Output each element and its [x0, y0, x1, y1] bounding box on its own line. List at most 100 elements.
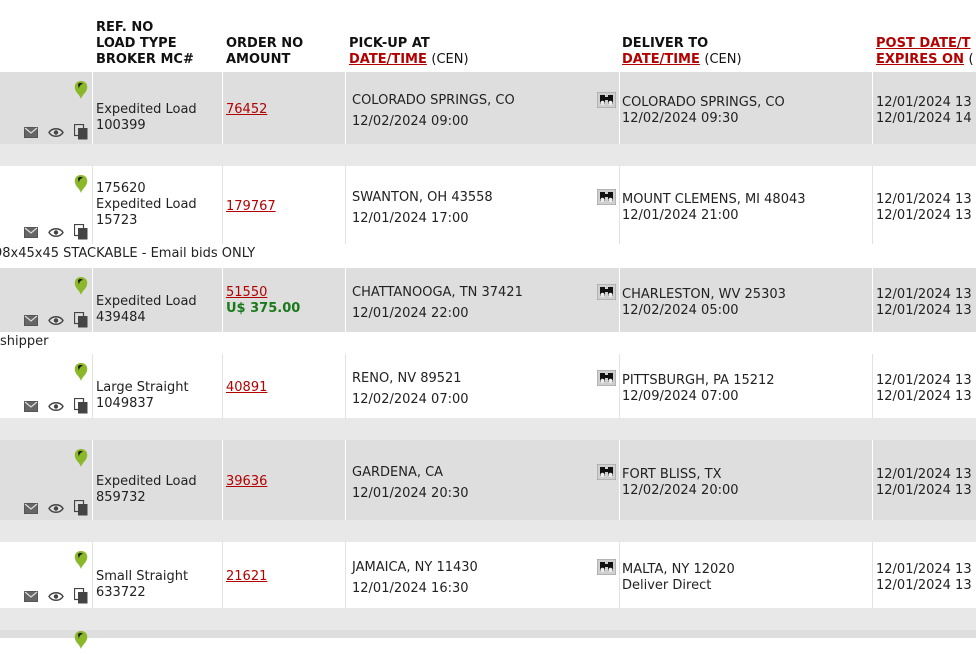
sort-deliver-datetime-link[interactable]: DATE/TIME [622, 52, 700, 67]
map-pin-icon[interactable] [72, 362, 90, 386]
column-divider [872, 542, 873, 608]
deliver-location: MALTA, NY 12020 [622, 562, 735, 577]
load-row[interactable]: Small Straight 633722 21621 JAMAICA, NY 114… [0, 542, 976, 608]
map-pin-icon[interactable] [72, 630, 90, 654]
column-divider [345, 542, 346, 608]
load-note: shipper [0, 332, 976, 351]
email-icon[interactable] [24, 503, 38, 518]
deliver-location: PITTSBURGH, PA 15212 [622, 373, 775, 388]
deliver-datetime: 12/02/2024 05:00 [622, 303, 739, 318]
pickup-datetime: 12/02/2024 07:00 [352, 392, 469, 407]
row-separator [0, 418, 976, 440]
post-date: 12/01/2024 13 [876, 562, 972, 577]
post-date: 12/01/2024 13 [876, 95, 972, 110]
pickup-datetime: 12/01/2024 17:00 [352, 211, 469, 226]
order-block: 40891 [226, 380, 267, 396]
load-note-text: shipper [0, 334, 49, 349]
ref-block: Large Straight 1049837 [96, 380, 189, 412]
header-post-tail: ( [968, 52, 974, 67]
order-no-link[interactable]: 21621 [226, 569, 267, 585]
email-icon[interactable] [24, 401, 38, 416]
order-no-link[interactable]: 51550 [226, 285, 300, 301]
header-pickup-column: PICK-UP AT DATE/TIME (CEN) [349, 36, 469, 68]
map-pin-icon[interactable] [72, 174, 90, 198]
load-row[interactable]: Expedited Load 859732 39636 GARDENA, CA 12/0… [0, 440, 976, 520]
pickup-datetime: 12/01/2024 16:30 [352, 581, 469, 596]
expires-on: 12/01/2024 13 [876, 303, 972, 318]
pickup-location: GARDENA, CA [352, 465, 444, 480]
copy-icon[interactable] [73, 397, 88, 418]
email-icon[interactable] [24, 315, 38, 330]
binoculars-icon[interactable] [596, 369, 617, 387]
column-divider [92, 72, 93, 144]
sort-post-date-link[interactable]: POST DATE/T [876, 36, 974, 52]
pickup-block: RENO, NV 89521 12/02/2024 07:00 [352, 368, 469, 410]
copy-icon[interactable] [73, 223, 88, 244]
column-divider [345, 166, 346, 244]
copy-icon[interactable] [73, 587, 88, 608]
column-divider [92, 542, 93, 608]
load-row[interactable]: Expedited Load 100399 76452 COLORADO SPRING… [0, 72, 976, 144]
column-divider [222, 354, 223, 418]
load-note: 98x45x45 STACKABLE - Email bids ONLY [0, 244, 976, 263]
copy-icon[interactable] [73, 123, 88, 144]
map-pin-icon[interactable] [72, 80, 90, 104]
email-icon[interactable] [24, 591, 38, 606]
column-divider [222, 268, 223, 332]
load-row[interactable]: Large Straight 1049837 40891 RENO, NV 89521… [0, 354, 976, 418]
column-divider [345, 268, 346, 332]
email-icon[interactable] [24, 227, 38, 242]
pickup-block: SWANTON, OH 43558 12/01/2024 17:00 [352, 187, 493, 229]
map-pin-icon[interactable] [72, 276, 90, 300]
binoculars-icon[interactable] [596, 558, 617, 576]
binoculars-icon[interactable] [596, 91, 617, 109]
column-divider [222, 72, 223, 144]
column-divider [872, 166, 873, 244]
deliver-block: CHARLESTON, WV 25303 12/02/2024 05:00 [622, 287, 786, 319]
ref-block: Expedited Load 859732 [96, 474, 197, 506]
binoculars-icon[interactable] [596, 463, 617, 481]
sort-expires-on-link[interactable]: EXPIRES ON [876, 52, 964, 67]
copy-icon[interactable] [73, 311, 88, 332]
eye-icon[interactable] [48, 127, 64, 142]
eye-icon[interactable] [48, 315, 64, 330]
order-no-link[interactable]: 76452 [226, 102, 267, 118]
post-block: 12/01/2024 13 12/01/2024 13 [876, 467, 972, 499]
broker-mc: 859732 [96, 490, 146, 505]
column-divider [345, 440, 346, 520]
copy-icon[interactable] [73, 499, 88, 520]
load-row[interactable]: Expedited Load 439484 51550 U$ 375.00 CHATTA… [0, 268, 976, 332]
load-type: Expedited Load [96, 197, 197, 212]
header-order-no: ORDER NO [226, 36, 304, 51]
deliver-datetime: Deliver Direct [622, 578, 712, 593]
order-no-link[interactable]: 39636 [226, 474, 267, 490]
map-pin-icon[interactable] [72, 550, 90, 574]
pickup-datetime: 12/02/2024 09:00 [352, 114, 469, 129]
eye-icon[interactable] [48, 401, 64, 416]
eye-icon[interactable] [48, 503, 64, 518]
deliver-datetime: 12/02/2024 09:30 [622, 111, 739, 126]
eye-icon[interactable] [48, 591, 64, 606]
column-divider [92, 166, 93, 244]
email-icon[interactable] [24, 127, 38, 142]
map-pin-icon[interactable] [72, 448, 90, 472]
pickup-block: JAMAICA, NY 11430 12/01/2024 16:30 [352, 557, 478, 599]
pickup-block: GARDENA, CA 12/01/2024 20:30 [352, 462, 469, 504]
column-divider [872, 72, 873, 144]
sort-pickup-datetime-link[interactable]: DATE/TIME [349, 52, 427, 67]
expires-on: 12/01/2024 13 [876, 483, 972, 498]
post-date: 12/01/2024 13 [876, 373, 972, 388]
binoculars-icon[interactable] [596, 188, 617, 206]
column-divider [619, 268, 620, 332]
load-row-partial[interactable] [0, 630, 976, 649]
eye-icon[interactable] [48, 227, 64, 242]
pickup-block: COLORADO SPRINGS, CO 12/02/2024 09:00 [352, 90, 515, 132]
deliver-block: MALTA, NY 12020 Deliver Direct [622, 562, 735, 594]
order-block: 179767 [226, 199, 276, 215]
deliver-location: COLORADO SPRINGS, CO [622, 95, 785, 110]
order-no-link[interactable]: 40891 [226, 380, 267, 396]
binoculars-icon[interactable] [596, 283, 617, 301]
load-row[interactable]: 175620 Expedited Load 15723 179767 SWANTON, … [0, 166, 976, 244]
order-no-link[interactable]: 179767 [226, 199, 276, 215]
order-block: 39636 [226, 474, 267, 490]
